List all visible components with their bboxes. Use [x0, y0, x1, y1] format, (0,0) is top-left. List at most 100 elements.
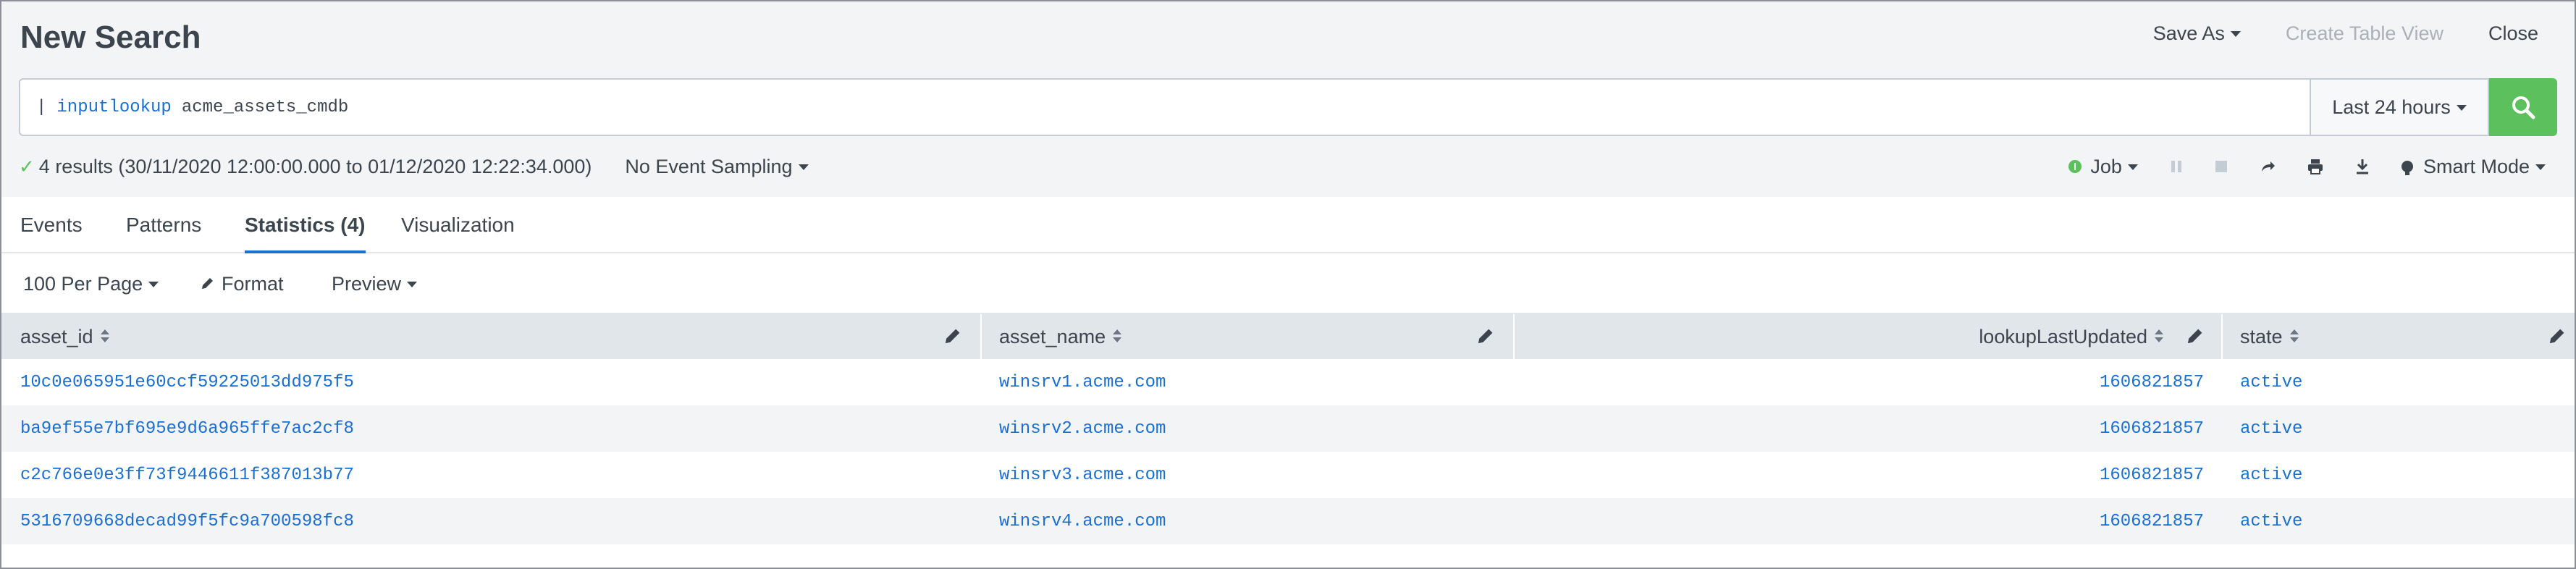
cell-state[interactable]: active — [2240, 405, 2302, 452]
cell-asset-name[interactable]: winsrv4.acme.com — [999, 498, 1166, 544]
cell-state[interactable]: active — [2240, 498, 2302, 544]
cell-lookup-last-updated[interactable]: 1606821857 — [2100, 359, 2204, 405]
cell-asset-id[interactable]: 10c0e065951e60ccf59225013dd975f5 — [20, 359, 354, 405]
tab-events[interactable]: Events — [20, 197, 83, 253]
results-summary: 4 results (30/11/2020 12:00:00.000 to 01… — [38, 155, 592, 177]
job-status-bar: ✓ 4 results (30/11/2020 12:00:00.000 to … — [19, 152, 2546, 181]
info-icon — [2068, 160, 2082, 173]
caret-down-icon — [798, 164, 809, 170]
download-icon — [2356, 159, 2368, 174]
cell-asset-id[interactable]: 5316709668decad99f5fc9a700598fc8 — [20, 498, 354, 544]
caret-down-icon — [2127, 164, 2138, 170]
tab-visualization[interactable]: Visualization — [401, 197, 515, 253]
print-button[interactable] — [2307, 159, 2323, 174]
pencil-icon — [202, 278, 213, 289]
search-button[interactable] — [2489, 78, 2557, 136]
caret-down-icon — [407, 282, 418, 287]
caret-down-icon — [148, 282, 159, 287]
close-button[interactable]: Close — [2488, 22, 2538, 45]
sort-icon — [2289, 329, 2299, 343]
results-table: asset_id asset_name lookupLastUpdated st… — [1, 314, 2575, 544]
lightbulb-icon — [2401, 161, 2413, 175]
event-sampling-label: No Event Sampling — [625, 155, 793, 177]
table-row: 5316709668decad99f5fc9a700598fc8 winsrv4… — [1, 498, 2575, 544]
page-title: New Search — [20, 20, 201, 55]
sort-icon — [100, 329, 109, 343]
job-label: Job — [2090, 155, 2122, 177]
check-icon: ✓ — [19, 155, 35, 177]
search-mode-label: Smart Mode — [2423, 155, 2530, 177]
table-row: ba9ef55e7bf695e9d6a965ffe7ac2cf8 winsrv2… — [1, 405, 2575, 452]
tab-statistics[interactable]: Statistics (4) — [245, 197, 366, 253]
pencil-icon[interactable] — [1476, 327, 1494, 346]
column-label: asset_id — [20, 325, 93, 347]
cell-asset-name[interactable]: winsrv2.acme.com — [999, 405, 1166, 452]
column-sort-state[interactable]: state — [2240, 326, 2299, 348]
stop-icon — [2215, 161, 2227, 172]
sort-icon — [2155, 329, 2163, 343]
per-page-menu[interactable]: 100 Per Page — [23, 253, 159, 314]
cell-asset-id[interactable]: ba9ef55e7bf695e9d6a965ffe7ac2cf8 — [20, 405, 354, 452]
header-actions: Save As Create Table View Close — [2108, 19, 2538, 48]
caret-down-icon — [2535, 164, 2546, 170]
format-label: Format — [222, 272, 284, 295]
column-label: asset_name — [999, 325, 1106, 347]
column-header-state: state — [2223, 314, 2575, 359]
pencil-icon[interactable] — [2547, 327, 2566, 346]
job-controls: Job Smart Mode — [2037, 156, 2546, 178]
table-row: 10c0e065951e60ccf59225013dd975f5 winsrv1… — [1, 359, 2575, 405]
table-footer-space — [1, 544, 2575, 568]
job-menu[interactable]: Job — [2068, 156, 2138, 178]
search-argument: acme_assets_cmdb — [181, 97, 349, 117]
search-bar: | inputlookup acme_assets_cmdb Last 24 h… — [19, 78, 2557, 136]
preview-menu[interactable]: Preview — [332, 253, 418, 314]
column-label: lookupLastUpdated — [1979, 325, 2147, 347]
search-pipe: | — [36, 97, 47, 117]
pause-icon — [2171, 161, 2181, 172]
share-icon — [2261, 161, 2275, 172]
pencil-icon[interactable] — [943, 327, 961, 346]
caret-down-icon — [2456, 105, 2467, 111]
cell-lookup-last-updated[interactable]: 1606821857 — [2100, 452, 2204, 498]
search-command: inputlookup — [56, 97, 172, 117]
table-row: c2c766e0e3ff73f9446611f387013b77 winsrv3… — [1, 452, 2575, 498]
create-table-view-button[interactable]: Create Table View — [2286, 22, 2444, 45]
results-tabs: Events Patterns Statistics (4) Visualiza… — [1, 197, 2575, 253]
preview-label: Preview — [332, 272, 402, 295]
cell-asset-name[interactable]: winsrv1.acme.com — [999, 359, 1166, 405]
table-header: asset_id asset_name lookupLastUpdated st… — [1, 314, 2575, 359]
cell-state[interactable]: active — [2240, 452, 2302, 498]
cell-lookup-last-updated[interactable]: 1606821857 — [2100, 405, 2204, 452]
column-sort-lookup-last-updated[interactable]: lookupLastUpdated — [1979, 326, 2163, 348]
column-sort-asset-name[interactable]: asset_name — [999, 325, 1122, 348]
cell-asset-id[interactable]: c2c766e0e3ff73f9446611f387013b77 — [20, 452, 354, 498]
search-mode-menu[interactable]: Smart Mode — [2401, 155, 2546, 178]
tab-patterns[interactable]: Patterns — [126, 197, 201, 253]
stop-button[interactable] — [2215, 160, 2228, 173]
column-header-asset-id: asset_id — [1, 314, 982, 359]
search-page: New Search Save As Create Table View Clo… — [0, 0, 2576, 569]
save-as-label: Save As — [2152, 22, 2225, 44]
pause-button[interactable] — [2170, 159, 2183, 174]
cell-state[interactable]: active — [2240, 359, 2302, 405]
cell-lookup-last-updated[interactable]: 1606821857 — [2100, 498, 2204, 544]
search-icon — [2512, 96, 2535, 119]
sort-icon — [1113, 329, 1122, 343]
print-icon — [2307, 159, 2323, 174]
share-button[interactable] — [2260, 159, 2276, 174]
cell-asset-name[interactable]: winsrv3.acme.com — [999, 452, 1166, 498]
table-controls: 100 Per Page Format Preview — [1, 253, 2575, 314]
column-header-lookup-last-updated: lookupLastUpdated — [1515, 314, 2223, 359]
event-sampling-menu[interactable]: No Event Sampling — [625, 155, 809, 178]
pencil-icon[interactable] — [2185, 327, 2204, 346]
results-status: ✓ 4 results (30/11/2020 12:00:00.000 to … — [19, 156, 809, 178]
time-range-label: Last 24 hours — [2332, 96, 2451, 118]
save-as-menu[interactable]: Save As — [2153, 22, 2241, 45]
caret-down-icon — [2230, 31, 2241, 37]
format-menu[interactable]: Format — [200, 253, 284, 314]
time-range-picker[interactable]: Last 24 hours — [2310, 78, 2489, 136]
column-sort-asset-id[interactable]: asset_id — [20, 326, 109, 348]
search-input[interactable]: | inputlookup acme_assets_cmdb — [19, 78, 2310, 136]
export-button[interactable] — [2355, 159, 2370, 174]
column-header-asset-name: asset_name — [982, 314, 1515, 359]
